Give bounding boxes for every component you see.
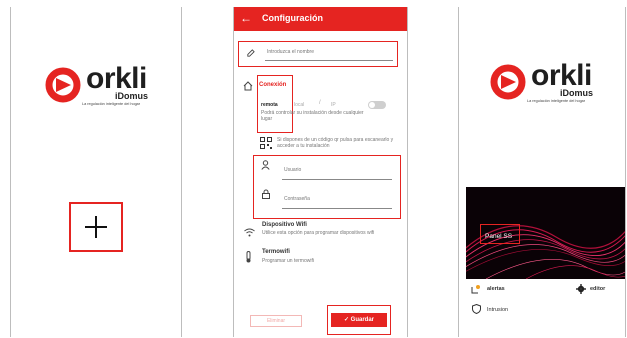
page-title: Configuración [262, 13, 323, 23]
termowifi-title[interactable]: Termowifi [262, 249, 290, 255]
username-input[interactable]: Usuario [284, 167, 301, 173]
connection-option-ip[interactable]: IP [331, 102, 336, 108]
home-icon [243, 81, 253, 91]
panel-name: Panel SS [485, 233, 513, 240]
intrusion-button[interactable]: Intrusion [487, 307, 508, 313]
panel-card[interactable]: Panel SS [466, 187, 625, 279]
password-input[interactable]: Contraseña [284, 196, 310, 202]
lock-icon [262, 189, 270, 199]
logo-product-name: iDomus [115, 91, 149, 101]
add-installation-button[interactable] [69, 202, 123, 252]
save-button[interactable]: ✓ Guardar [331, 313, 387, 327]
arrow-left-icon[interactable]: ← [240, 11, 252, 25]
phone-screen-start: orkli iDomus La regulación inteligente d… [10, 7, 182, 337]
wifi-icon [244, 228, 255, 237]
connection-separator: / [319, 100, 321, 106]
username-underline [282, 179, 392, 180]
name-input-underline [265, 60, 393, 61]
delete-button[interactable]: Eliminar [250, 315, 302, 327]
connection-toggle[interactable] [368, 101, 386, 109]
wifi-device-description: Utilice esta opción para programar dispo… [262, 230, 375, 236]
orkli-logo-icon [45, 67, 81, 103]
logo-tagline: La regulación inteligente del hogar [82, 102, 141, 106]
orkli-logo-icon [490, 64, 526, 100]
orkli-logo: orkli iDomus La regulación inteligente d… [44, 62, 174, 112]
qr-code-icon[interactable] [260, 137, 272, 149]
orkli-logo: orkli iDomus La regulación inteligente d… [489, 59, 619, 109]
password-underline [282, 208, 392, 209]
logo-product-name: iDomus [560, 88, 594, 98]
pencil-icon [247, 49, 255, 57]
delete-button-label: Eliminar [266, 318, 286, 324]
app-bar: ← Configuración [234, 7, 407, 31]
check-icon: ✓ [343, 317, 349, 323]
gear-icon [576, 284, 586, 294]
name-input[interactable]: Introduzca el nombre [267, 49, 314, 55]
name-field-highlight [238, 41, 398, 67]
plus-icon-vertical [95, 216, 97, 238]
person-icon [261, 160, 270, 170]
logo-tagline: La regulación inteligente del hogar [527, 99, 586, 103]
connection-description: Podrá controlar su instalación desde cua… [261, 110, 364, 122]
termowifi-description: Programar un termowifi [262, 258, 314, 264]
phone-screen-panel: orkli iDomus La regulación inteligente d… [458, 7, 626, 337]
phone-screen-configuration: ← Configuración Introduzca el nombre Con… [233, 7, 408, 337]
wifi-device-title[interactable]: Dispositivo Wifi [262, 222, 307, 228]
alerts-icon [471, 285, 480, 294]
qr-scan-text[interactable]: Si dispones de un código qr pulsa para e… [277, 137, 397, 149]
alerts-button[interactable]: alertas [487, 286, 505, 292]
connection-option-remote[interactable]: remota [261, 102, 278, 108]
editor-button[interactable]: editor [590, 286, 605, 292]
shield-icon [472, 304, 481, 314]
save-button-label: Guardar [350, 317, 375, 323]
connection-option-local[interactable]: local [294, 102, 304, 108]
thermostat-icon [246, 251, 251, 263]
credentials-highlight [253, 155, 401, 219]
